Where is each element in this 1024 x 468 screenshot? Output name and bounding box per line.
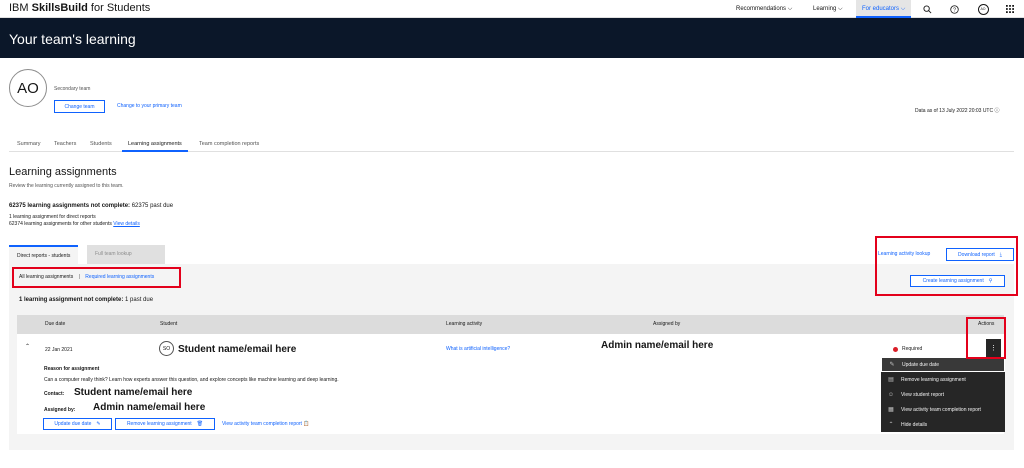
trash-icon: ▤ [888, 377, 894, 383]
stats-bold: 62375 learning assignments not complete: [9, 203, 131, 209]
tab-team-completion-reports[interactable]: Team completion reports [193, 138, 265, 152]
nav-learning[interactable]: Learning ⌵ [813, 0, 843, 18]
help-icon[interactable]: ? [940, 0, 968, 18]
section-subtitle: Review the learning currently assigned t… [9, 183, 124, 189]
header-learning-activity[interactable]: Learning activity [446, 315, 482, 334]
brand-skillsbuild: SkillsBuild [31, 2, 88, 14]
remove-assignment-label: Remove learning assignment [126, 421, 192, 427]
highlight-actions-column [966, 317, 1006, 359]
highlight-filter-links [12, 267, 181, 288]
team-type-label: Secondary team [54, 86, 91, 92]
top-nav: IBM SkillsBuild for Students Recommendat… [0, 0, 1024, 18]
brand-suffix: for Students [87, 2, 151, 14]
header-due-date[interactable]: Due date [45, 315, 65, 334]
student-avatar: SO [159, 341, 174, 356]
page-banner: Your team's learning [0, 18, 1024, 58]
data-as-of-text: Data as of 13 July 2022 20:03 UTC [915, 108, 994, 114]
view-activity-report-label: View activity team completion report [222, 421, 302, 427]
assignment-count: 1 learning assignment not complete: 1 pa… [19, 297, 153, 303]
subtab-full-team-lookup[interactable]: Full team lookup [87, 245, 165, 264]
direct-reports-line: 1 learning assignment for direct reports [9, 214, 96, 220]
menu-update-due-date-label: Update due date [902, 361, 939, 368]
menu-hide-details-label: Hide details [901, 421, 928, 428]
user-avatar-initials: AO [977, 3, 989, 15]
change-primary-team-link[interactable]: Change to your primary team [117, 103, 182, 109]
clipboard-icon: ▦ [888, 407, 894, 413]
subtab-direct-reports[interactable]: Direct reports - students [9, 245, 79, 264]
trash-icon: 🗑 [196, 421, 204, 427]
header-assigned-by[interactable]: Assigned by [653, 315, 680, 334]
count-rest: 1 past due [123, 297, 154, 303]
menu-remove-assignment-label: Remove learning assignment [901, 376, 966, 383]
tab-learning-assignments[interactable]: Learning assignments [122, 138, 188, 152]
svg-text:?: ? [953, 7, 956, 13]
tab-students[interactable]: Students [84, 138, 118, 152]
view-details-link[interactable]: View details [113, 221, 140, 227]
menu-hide-details[interactable]: ⌃ Hide details [881, 417, 1005, 432]
count-bold: 1 learning assignment not complete: [19, 297, 124, 303]
app-switcher-icon[interactable] [996, 0, 1024, 18]
nav-for-educators[interactable]: For educators ⌵ [856, 0, 912, 18]
menu-view-activity-report[interactable]: ▦ View activity team completion report [881, 402, 1005, 417]
menu-view-student-report[interactable]: ☺ View student report [881, 387, 1005, 402]
overflow-menu: ✎ Update due date ▤ Remove learning assign… [881, 357, 1005, 432]
row-student: Student name/email here [178, 344, 297, 355]
menu-update-due-date[interactable]: ✎ Update due date [881, 357, 1005, 372]
user-icon: ☺ [887, 391, 895, 398]
chevron-up-icon[interactable]: ⌃ [25, 343, 30, 350]
tab-teachers[interactable]: Teachers [48, 138, 82, 152]
reason-text: Can a computer really think? Learn how e… [44, 377, 339, 383]
search-icon[interactable] [913, 0, 941, 18]
user-avatar[interactable]: AO [969, 0, 997, 18]
brand-logo[interactable]: IBM SkillsBuild for Students [9, 2, 150, 14]
nav-recommendations[interactable]: Recommendations ⌵ [736, 0, 792, 18]
info-icon[interactable]: ⓘ [995, 108, 1000, 114]
other-students-line: 62374 learning assignments for other stu… [9, 221, 140, 227]
chevron-down-icon: ⌵ [900, 6, 906, 12]
contact-label: Contact: [44, 391, 65, 397]
pencil-icon: ✎ [96, 421, 101, 427]
chevron-up-icon: ⌃ [888, 422, 894, 428]
remove-assignment-button[interactable]: Remove learning assignment 🗑 [115, 418, 215, 430]
row-due-date: 22 Jan 2021 [45, 347, 73, 353]
row-learning-activity-link[interactable]: What is artificial intelligence? [446, 346, 510, 352]
tab-summary[interactable]: Summary [11, 138, 47, 152]
nav-for-educators-label: For educators [862, 6, 900, 12]
reason-label: Reason for assignment [44, 366, 100, 372]
menu-view-activity-report-label: View activity team completion report [901, 406, 981, 413]
team-avatar: AO [9, 69, 47, 107]
required-dot-icon [893, 346, 898, 352]
page-title: Your team's learning [9, 31, 136, 47]
assignment-stats: 62375 learning assignments not complete:… [9, 203, 173, 209]
highlight-action-buttons [875, 236, 1018, 296]
team-tabs: Summary Teachers Students Learning assig… [9, 138, 1014, 152]
update-due-date-label: Update due date [54, 421, 92, 427]
update-due-date-button[interactable]: Update due date ✎ [43, 418, 112, 430]
stats-rest: 62375 past due [130, 203, 174, 209]
brand-ibm: IBM [9, 2, 32, 14]
header-student[interactable]: Student [160, 315, 177, 334]
chevron-down-icon: ⌵ [838, 6, 843, 12]
change-team-button[interactable]: Change team [54, 100, 105, 113]
section-title: Learning assignments [9, 166, 117, 178]
contact-value: Student name/email here [74, 387, 193, 398]
menu-view-student-report-label: View student report [901, 391, 944, 398]
status-badge: Required [893, 346, 922, 352]
table-header: Due date Student Learning activity Assig… [17, 315, 1004, 334]
assigned-by-value: Admin name/email here [93, 402, 206, 413]
menu-remove-assignment[interactable]: ▤ Remove learning assignment [881, 372, 1005, 387]
pencil-icon: ✎ [889, 362, 895, 368]
assigned-by-label: Assigned by: [44, 407, 76, 413]
other-students-text: 62374 learning assignments for other stu… [9, 221, 112, 227]
clipboard-icon: 📋 [303, 421, 310, 427]
row-assigned-by: Admin name/email here [601, 340, 714, 351]
data-as-of: Data as of 13 July 2022 20:03 UTC ⓘ [915, 107, 1000, 114]
chevron-down-icon: ⌵ [787, 6, 793, 12]
nav-learning-label: Learning [813, 6, 837, 12]
nav-recommendations-label: Recommendations [736, 6, 787, 12]
status-label: Required [902, 346, 923, 352]
view-activity-report-link[interactable]: View activity team completion report 📋 [222, 421, 310, 427]
